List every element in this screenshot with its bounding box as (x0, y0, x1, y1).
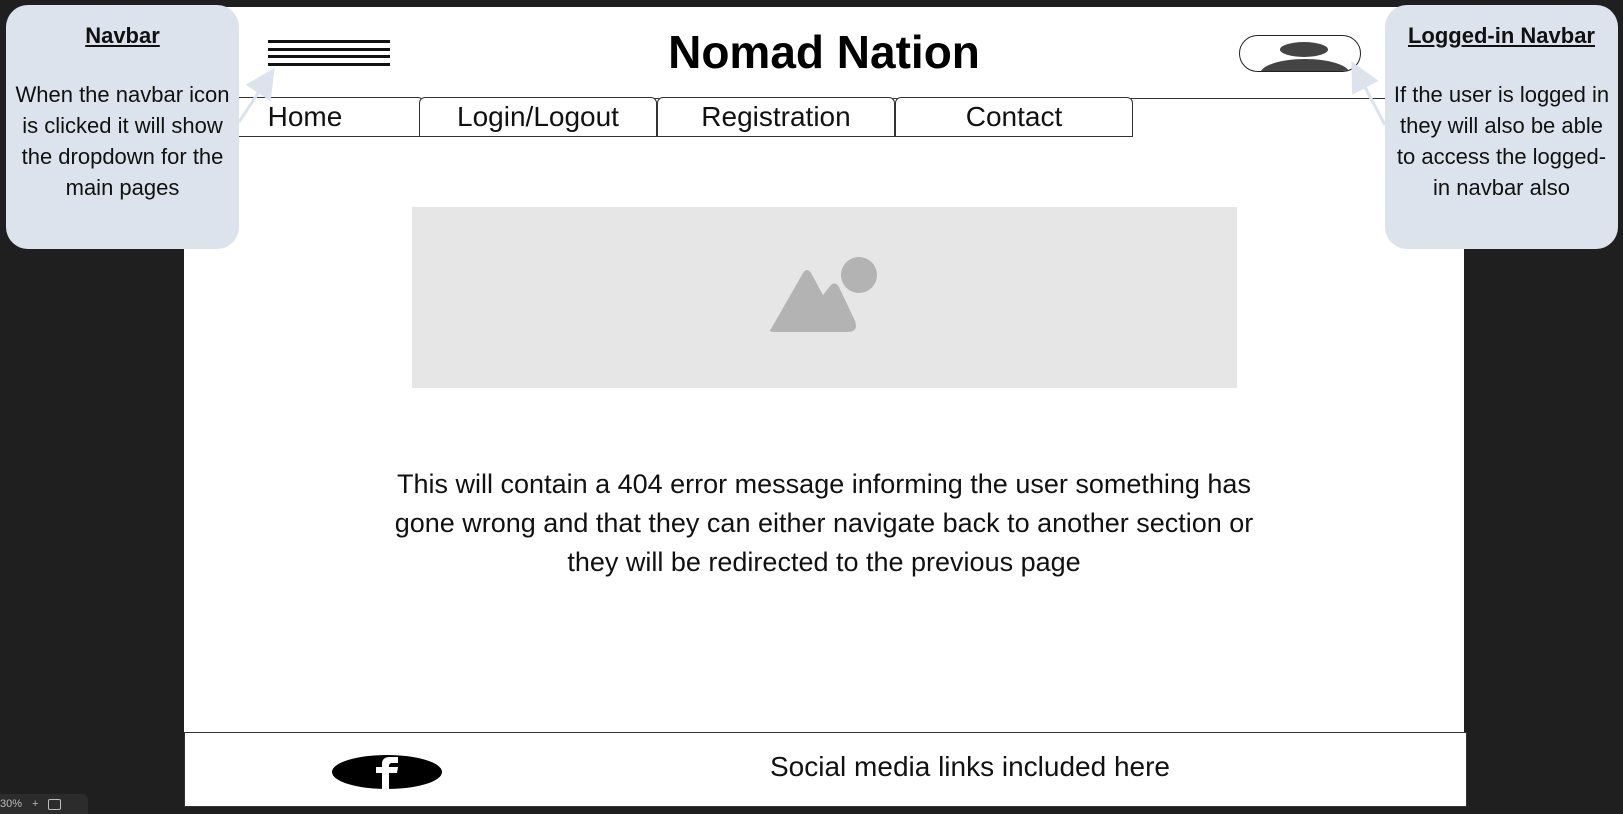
logged-in-navbar-annotation: Logged-in Navbar If the user is logged i… (1385, 5, 1618, 249)
fit-screen-icon[interactable] (48, 798, 62, 810)
hero-image-placeholder (412, 207, 1237, 388)
zoom-in-button[interactable]: + (32, 798, 38, 810)
user-profile-icon (1280, 42, 1328, 57)
tab-contact[interactable]: Contact (895, 97, 1133, 137)
footer: Social media links included here (184, 732, 1467, 807)
annotation-title: Navbar (85, 23, 160, 48)
tab-registration[interactable]: Registration (657, 97, 895, 137)
image-placeholder-icon (769, 257, 877, 332)
facebook-f-glyph (376, 757, 398, 789)
tab-login-logout[interactable]: Login/Logout (419, 97, 657, 137)
annotation-body: When the navbar icon is clicked it will … (15, 82, 230, 200)
footer-social-text: Social media links included here (770, 751, 1170, 782)
wireframe-canvas: Nomad Nation Home Login/Logout Registrat… (184, 7, 1467, 807)
error-message: This will contain a 404 error message in… (394, 469, 1254, 577)
facebook-icon[interactable] (332, 755, 442, 789)
zoom-controls: 30% + (0, 794, 88, 814)
user-profile-icon-body (1260, 59, 1350, 71)
annotation-title: Logged-in Navbar (1407, 23, 1595, 48)
user-profile-button[interactable] (1239, 35, 1361, 72)
wireframe-stage: Nomad Nation Home Login/Logout Registrat… (0, 0, 1623, 814)
annotation-body: If the user is logged in they will also … (1393, 82, 1610, 200)
zoom-level: 30% (0, 798, 23, 810)
navbar-annotation: Navbar When the navbar icon is clicked i… (6, 5, 239, 249)
